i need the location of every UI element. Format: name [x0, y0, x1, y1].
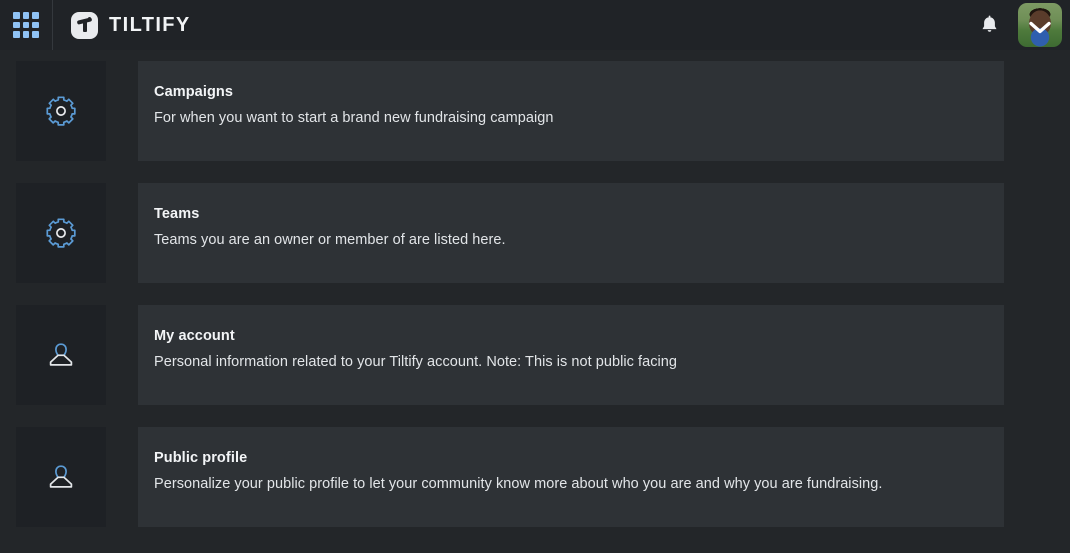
brand-home-link[interactable]: TILTIFY [71, 11, 191, 39]
section-card-campaigns[interactable]: Campaigns For when you want to start a b… [138, 61, 1004, 161]
grid-cell [32, 31, 39, 38]
grid-cell [32, 12, 39, 19]
grid-cell [32, 21, 39, 29]
section-description: Personalize your public profile to let y… [154, 476, 883, 492]
user-icon [49, 343, 73, 366]
section-card-teams[interactable]: Teams Teams you are an owner or member o… [138, 183, 1004, 283]
section-description: For when you want to start a brand new f… [154, 110, 554, 126]
gear-icon [46, 218, 76, 248]
section-card-public-profile[interactable]: Public profile Personalize your public p… [138, 427, 1004, 527]
section-description: Teams you are an owner or member of are … [154, 232, 506, 248]
gear-icon-tile-teams[interactable] [16, 183, 106, 283]
header-divider [52, 0, 53, 50]
section-row-my-account: My account Personal information related … [0, 305, 1070, 405]
user-icon-tile-my-account[interactable] [16, 305, 106, 405]
section-title: Teams [154, 206, 200, 222]
grid-cell [13, 31, 20, 38]
settings-sections-list: Campaigns For when you want to start a b… [0, 50, 1070, 553]
section-row-campaigns: Campaigns For when you want to start a b… [0, 61, 1070, 161]
user-icon [49, 465, 73, 488]
user-avatar[interactable] [1018, 3, 1062, 47]
grid-cell [22, 21, 30, 29]
section-title: Campaigns [154, 84, 234, 100]
section-card-my-account[interactable]: My account Personal information related … [138, 305, 1004, 405]
brand-name: TILTIFY [109, 13, 191, 36]
grid-cell [13, 12, 20, 19]
bell-icon[interactable] [974, 10, 1004, 40]
user-icon-tile-public-profile[interactable] [16, 427, 106, 527]
section-title: Public profile [154, 450, 248, 466]
grid-cell [22, 12, 30, 19]
grid-apps-icon[interactable] [13, 12, 39, 38]
header-actions [974, 0, 1062, 50]
grid-cell [13, 21, 20, 29]
tiltify-logo-icon [71, 11, 98, 39]
gear-icon-tile-campaigns[interactable] [16, 61, 106, 161]
gear-icon [46, 96, 76, 126]
logo-t-stem [83, 19, 87, 32]
grid-cell [22, 31, 30, 38]
section-row-teams: Teams Teams you are an owner or member o… [0, 183, 1070, 283]
chevron-down-icon [1018, 21, 1062, 35]
logo-t-dot [88, 16, 91, 20]
section-description: Personal information related to your Til… [154, 354, 678, 370]
section-title: My account [154, 328, 235, 344]
section-row-public-profile: Public profile Personalize your public p… [0, 427, 1070, 527]
top-navigation-bar: TILTIFY [0, 0, 1070, 50]
